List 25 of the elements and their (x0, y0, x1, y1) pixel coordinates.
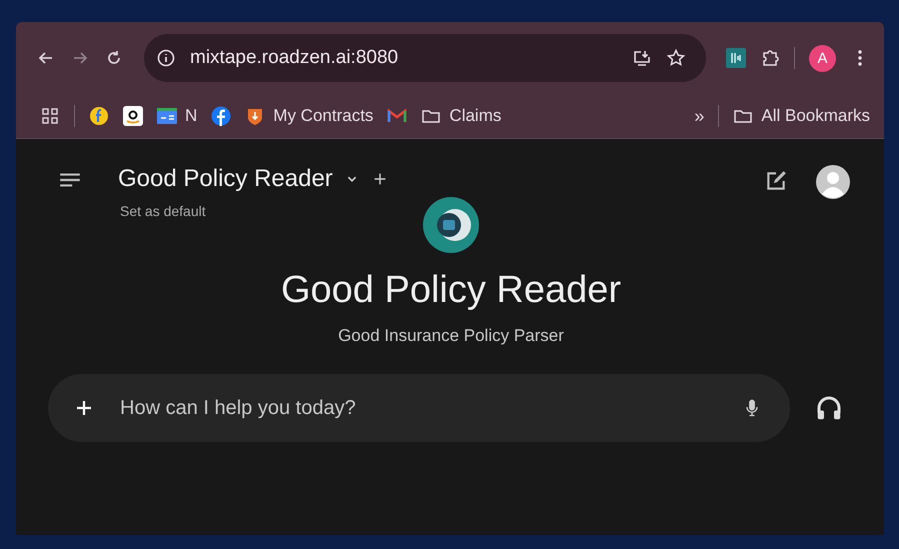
subtitle: Good Insurance Policy Parser (338, 326, 564, 346)
user-avatar-icon[interactable] (816, 165, 850, 199)
apps-icon[interactable] (40, 106, 60, 126)
bookmark-item[interactable] (211, 106, 232, 126)
bookmark-item[interactable]: Claims (421, 106, 502, 126)
model-title[interactable]: Good Policy Reader (118, 165, 333, 193)
message-input[interactable]: How can I help you today? (118, 396, 718, 420)
set-default-link[interactable]: Set as default (120, 203, 389, 219)
profile-avatar[interactable]: A (809, 44, 836, 72)
heading: Good Policy Reader (280, 269, 622, 312)
bot-logo-icon (423, 197, 479, 253)
message-field[interactable]: How can I help you today? (48, 374, 790, 442)
more-bookmarks-button[interactable]: » (694, 106, 704, 126)
news-icon (157, 106, 177, 126)
extension-icon[interactable] (726, 48, 746, 68)
star-icon[interactable] (666, 48, 686, 68)
bookmark-item[interactable]: My Contracts (245, 106, 374, 126)
address-bar[interactable]: mixtape.roadzen.ai:8080 (144, 34, 706, 82)
all-bookmarks-item[interactable]: All Bookmarks (733, 106, 870, 126)
install-icon[interactable] (632, 48, 652, 68)
plus-icon[interactable] (74, 398, 94, 418)
info-icon[interactable] (156, 48, 176, 68)
url-text: mixtape.roadzen.ai:8080 (190, 47, 400, 69)
facebook-logo-icon (211, 106, 232, 126)
bookmark-item[interactable]: N (157, 106, 198, 126)
